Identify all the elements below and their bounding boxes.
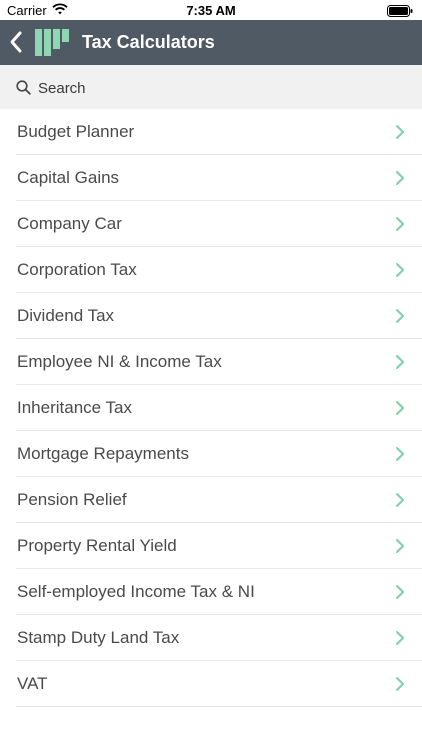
list-item[interactable]: Company Car [0,201,422,247]
list-item-label: Pension Relief [17,490,127,509]
list-item-label: Mortgage Repayments [17,444,189,463]
navigation-bar: Tax Calculators [0,20,422,65]
list-item-label: Property Rental Yield [17,536,177,555]
list-item[interactable]: Mortgage Repayments [0,431,422,477]
list-item[interactable]: Capital Gains [0,155,422,201]
search-bar[interactable] [0,65,422,109]
list-item[interactable]: Property Rental Yield [0,523,422,569]
chevron-right-icon [395,676,405,697]
chevron-right-icon [395,308,405,329]
list-item[interactable]: Self-employed Income Tax & NI [0,569,422,615]
page-title: Tax Calculators [82,32,215,52]
list-item-label: Corporation Tax [17,260,137,279]
chevron-right-icon [395,124,405,145]
list-item-label: Capital Gains [17,168,120,187]
chevron-right-icon [395,170,405,191]
list-item-label: Budget Planner [17,122,135,141]
search-icon [16,80,31,100]
list-item-label: Self-employed Income Tax & NI [17,582,255,601]
chevron-right-icon [395,446,405,467]
list-item[interactable]: Corporation Tax [0,247,422,293]
chevron-right-icon [395,538,405,559]
chevron-right-icon [395,400,405,421]
chevron-right-icon [395,630,405,651]
list-item[interactable]: Pension Relief [0,477,422,523]
search-input[interactable] [38,77,398,99]
list-item-label: Stamp Duty Land Tax [17,628,180,647]
chevron-right-icon [395,354,405,375]
list-item-label: Company Car [17,214,122,233]
list-item[interactable]: Employee NI & Income Tax [0,339,422,385]
chevron-right-icon [395,492,405,513]
list-item-label: Dividend Tax [17,306,115,325]
list-item-label: VAT [17,674,48,693]
list-item[interactable]: Dividend Tax [0,293,422,339]
battery-icon [387,5,413,20]
clock: 7:35 AM [186,3,236,18]
status-bar: Carrier 7:35 AM [0,0,422,20]
chevron-right-icon [395,584,405,605]
list-item[interactable]: VAT [0,661,422,707]
list-item[interactable]: Budget Planner [0,109,422,155]
chevron-left-icon[interactable] [8,30,24,54]
list-item-label: Employee NI & Income Tax [17,352,222,371]
list-item[interactable]: Stamp Duty Land Tax [0,615,422,661]
chevron-right-icon [395,262,405,283]
chevron-right-icon [395,216,405,237]
calculator-list: Budget Planner Capital Gains Company Car Co… [0,109,422,707]
app-logo-icon [35,29,69,61]
list-item-label: Inheritance Tax [17,398,132,417]
list-item[interactable]: Inheritance Tax [0,385,422,431]
